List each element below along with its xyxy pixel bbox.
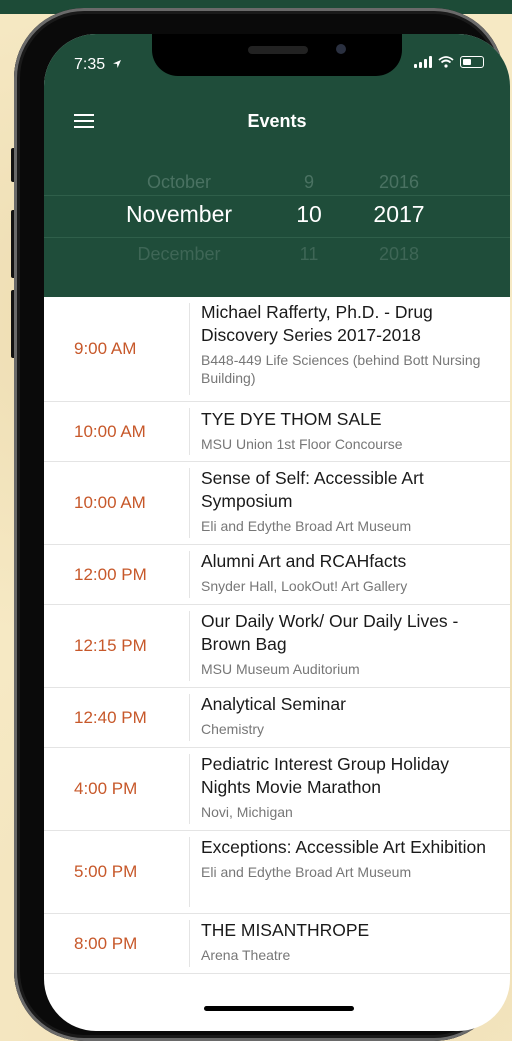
row-divider — [189, 694, 190, 741]
page-title: Events — [247, 111, 307, 131]
event-time: 4:00 PM — [74, 779, 138, 798]
event-row[interactable]: 10:00 AM Sense of Self: Accessible Art S… — [44, 462, 510, 545]
picker-day-column[interactable]: 9 10 11 — [284, 166, 334, 297]
app-header: 7:35 Events October November December 9 … — [44, 34, 510, 297]
row-divider — [189, 920, 190, 967]
event-text: Alumni Art and RCAHfacts Snyder Hall, Lo… — [201, 550, 500, 595]
row-divider — [189, 408, 190, 455]
home-indicator[interactable] — [204, 1006, 354, 1011]
picker-day-prev[interactable]: 9 — [284, 172, 334, 193]
row-divider — [189, 754, 190, 824]
picker-day-next[interactable]: 11 — [284, 244, 334, 265]
event-location: Arena Theatre — [201, 947, 291, 963]
row-divider — [189, 468, 190, 538]
picker-month-next[interactable]: December — [104, 244, 254, 265]
event-title: Exceptions: Accessible Art Exhibition — [201, 837, 487, 857]
event-title: Alumni Art and RCAHfacts — [201, 551, 407, 571]
picker-year-prev[interactable]: 2016 — [359, 172, 439, 193]
speaker-grille — [248, 46, 308, 54]
event-text: Sense of Self: Accessible Art Symposium … — [201, 467, 500, 535]
event-location: Eli and Edythe Broad Art Museum — [201, 864, 412, 880]
event-row[interactable]: 12:15 PM Our Daily Work/ Our Daily Lives… — [44, 605, 510, 688]
picker-day-current[interactable]: 10 — [284, 201, 334, 228]
status-time: 7:35 — [74, 56, 122, 74]
event-title: Michael Rafferty, Ph.D. - Drug Discovery… — [201, 302, 433, 345]
picker-year-current[interactable]: 2017 — [359, 201, 439, 228]
picker-month-current[interactable]: November — [104, 201, 254, 228]
event-time: 10:00 AM — [74, 421, 146, 441]
event-row[interactable]: 9:00 AM Michael Rafferty, Ph.D. - Drug D… — [44, 297, 510, 402]
event-time: 5:00 PM — [74, 862, 138, 881]
event-row[interactable]: 12:00 PM Alumni Art and RCAHfacts Snyder… — [44, 545, 510, 605]
status-icons — [414, 56, 484, 68]
date-picker[interactable]: October November December 9 10 11 2016 2… — [44, 166, 510, 297]
event-time: 9:00 AM — [74, 339, 137, 358]
event-time: 8:00 PM — [74, 933, 138, 953]
picker-year-next[interactable]: 2018 — [359, 244, 439, 265]
event-title: Our Daily Work/ Our Daily Lives - Brown … — [201, 611, 459, 654]
event-text: Michael Rafferty, Ph.D. - Drug Discovery… — [201, 301, 500, 387]
phone-frame: 7:35 Events October November December 9 … — [14, 8, 510, 1041]
event-text: Pediatric Interest Group Holiday Nights … — [201, 753, 500, 821]
event-location: B448-449 Life Sciences (behind Bott Nurs… — [201, 352, 481, 386]
picker-month-column[interactable]: October November December — [104, 166, 254, 297]
picker-year-column[interactable]: 2016 2017 2018 — [359, 166, 439, 297]
event-list: 9:00 AM Michael Rafferty, Ph.D. - Drug D… — [44, 297, 510, 974]
event-text: Our Daily Work/ Our Daily Lives - Brown … — [201, 610, 500, 678]
location-arrow-icon — [112, 60, 121, 68]
event-title: THE MISANTHROPE — [201, 920, 370, 940]
event-text: TYE DYE THOM SALE MSU Union 1st Floor Co… — [201, 408, 500, 453]
event-time: 12:00 PM — [74, 564, 147, 584]
event-title: TYE DYE THOM SALE — [201, 409, 382, 429]
event-title: Analytical Seminar — [201, 694, 346, 714]
event-text: Exceptions: Accessible Art Exhibition El… — [201, 836, 500, 881]
event-location: MSU Museum Auditorium — [201, 661, 360, 677]
event-row[interactable]: 10:00 AM TYE DYE THOM SALE MSU Union 1st… — [44, 402, 510, 462]
event-row[interactable]: 12:40 PM Analytical Seminar Chemistry — [44, 688, 510, 748]
event-text: THE MISANTHROPE Arena Theatre — [201, 919, 500, 964]
event-time: 10:00 AM — [74, 493, 146, 512]
event-location: Snyder Hall, LookOut! Art Gallery — [201, 578, 408, 594]
event-location: Eli and Edythe Broad Art Museum — [201, 518, 412, 534]
camera-icon — [336, 44, 346, 54]
picker-month-prev[interactable]: October — [104, 172, 254, 193]
event-location: MSU Union 1st Floor Concourse — [201, 436, 403, 452]
signal-icon — [414, 56, 432, 68]
row-divider — [189, 611, 190, 681]
row-divider — [189, 837, 190, 907]
event-title: Pediatric Interest Group Holiday Nights … — [201, 754, 450, 797]
event-location: Chemistry — [201, 721, 265, 737]
event-row[interactable]: 8:00 PM THE MISANTHROPE Arena Theatre — [44, 914, 510, 974]
event-location: Novi, Michigan — [201, 804, 293, 820]
battery-icon — [460, 56, 484, 68]
event-text: Analytical Seminar Chemistry — [201, 693, 500, 738]
row-divider — [189, 551, 190, 598]
event-title: Sense of Self: Accessible Art Symposium — [201, 468, 424, 511]
event-time: 12:40 PM — [74, 707, 147, 727]
event-row[interactable]: 5:00 PM Exceptions: Accessible Art Exhib… — [44, 831, 510, 914]
screen: 7:35 Events October November December 9 … — [44, 34, 510, 1031]
event-time: 12:15 PM — [74, 636, 147, 655]
notch — [152, 34, 402, 76]
row-divider — [189, 303, 190, 395]
event-row[interactable]: 4:00 PM Pediatric Interest Group Holiday… — [44, 748, 510, 831]
status-time-text: 7:35 — [74, 56, 106, 73]
wifi-icon — [438, 56, 454, 68]
